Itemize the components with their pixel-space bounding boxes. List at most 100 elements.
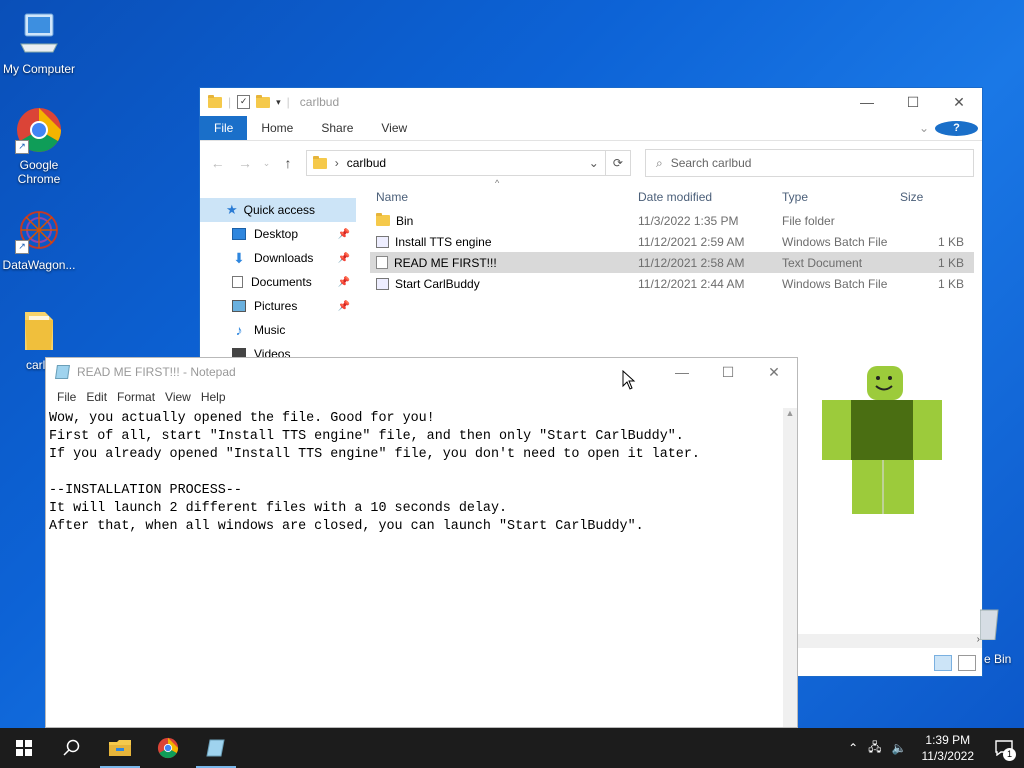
tab-view[interactable]: View xyxy=(367,116,421,140)
volume-icon[interactable]: 🔈 xyxy=(892,741,907,755)
folder-icon xyxy=(376,213,390,226)
file-name: Bin xyxy=(396,213,414,228)
pin-icon: 📌 xyxy=(337,228,350,240)
large-icons-view-button[interactable] xyxy=(958,655,976,671)
file-row[interactable]: Bin 11/3/2022 1:35 PM File folder xyxy=(370,210,974,231)
chrome-icon xyxy=(157,737,179,759)
text-editor[interactable]: Wow, you actually opened the file. Good … xyxy=(46,408,783,727)
pin-icon: 📌 xyxy=(337,276,350,288)
file-name: Start CarlBuddy xyxy=(395,276,480,291)
file-size: 1 KB xyxy=(937,234,964,249)
tab-share[interactable]: Share xyxy=(307,116,367,140)
forward-arrow-icon[interactable]: → xyxy=(235,155,254,171)
file-row[interactable]: Start CarlBuddy 11/12/2021 2:44 AM Windo… xyxy=(370,273,974,294)
text-line: --INSTALLATION PROCESS-- xyxy=(49,483,242,498)
refresh-button[interactable]: ⟳ xyxy=(605,150,631,176)
folder-icon xyxy=(15,306,63,354)
menu-view[interactable]: View xyxy=(160,390,196,404)
nav-item-desktop[interactable]: Desktop 📌 xyxy=(200,222,356,246)
search-icon: ⌕ xyxy=(655,155,663,170)
action-center-button[interactable]: 1 xyxy=(984,728,1024,768)
menu-edit[interactable]: Edit xyxy=(81,390,112,404)
nav-item-downloads[interactable]: ⬇ Downloads 📌 xyxy=(200,246,356,270)
recent-locations-icon[interactable]: ⌄ xyxy=(263,158,271,169)
menu-format[interactable]: Format xyxy=(112,390,160,404)
search-input[interactable]: ⌕ Search carlbud xyxy=(644,149,974,177)
breadcrumb[interactable]: carlbud xyxy=(347,156,386,170)
tab-home[interactable]: Home xyxy=(247,116,307,140)
desktop-icon-label: e Bin xyxy=(984,652,1012,666)
expand-ribbon-icon[interactable]: ⌄ xyxy=(913,116,935,140)
address-row: ← → ⌄ ↑ › carlbud ⌄ ⟳ ⌕ Search carlbud xyxy=(200,141,982,185)
carlbuddy-character[interactable] xyxy=(822,364,942,514)
close-button[interactable]: ✕ xyxy=(936,88,982,116)
vertical-scrollbar[interactable]: ▲ xyxy=(783,408,797,727)
text-line: Wow, you actually opened the file. Good … xyxy=(49,411,435,426)
notepad-icon xyxy=(206,739,225,757)
batch-file-icon xyxy=(376,235,389,248)
network-icon[interactable]: 🖧 xyxy=(868,738,881,759)
menu-help[interactable]: Help xyxy=(196,390,231,404)
column-header-date[interactable]: Date modified xyxy=(632,190,776,204)
file-type: Windows Batch File xyxy=(782,234,888,249)
desktop-icon-my-computer[interactable]: My Computer xyxy=(1,10,77,76)
nav-item-documents[interactable]: Documents 📌 xyxy=(200,270,356,294)
file-list-header: Name Date modified Type Size xyxy=(370,184,974,210)
new-folder-icon[interactable] xyxy=(256,94,271,108)
close-button[interactable]: ✕ xyxy=(751,358,797,386)
details-view-button[interactable] xyxy=(934,655,952,671)
column-header-size[interactable]: Size xyxy=(894,190,968,204)
nav-item-music[interactable]: ♪ Music xyxy=(200,318,356,342)
shortcut-arrow-icon: ↗ xyxy=(15,240,29,254)
properties-icon[interactable]: ✓ xyxy=(237,95,251,109)
status-bar xyxy=(798,650,982,676)
back-arrow-icon[interactable]: ← xyxy=(208,155,227,171)
pictures-icon xyxy=(232,300,246,312)
clock-date: 11/3/2022 xyxy=(921,749,975,763)
documents-icon xyxy=(232,276,243,288)
scroll-up-icon[interactable]: ▲ xyxy=(783,408,797,418)
minimize-button[interactable]: — xyxy=(844,88,890,116)
file-size: 1 KB xyxy=(937,255,964,270)
folder-icon xyxy=(312,155,327,169)
show-hidden-icons-icon[interactable]: ⌃ xyxy=(848,741,858,755)
search-button[interactable] xyxy=(48,728,96,768)
column-header-name[interactable]: Name xyxy=(370,190,632,204)
maximize-button[interactable]: ☐ xyxy=(890,88,936,116)
taskbar-file-explorer[interactable] xyxy=(96,728,144,768)
desktop-icon-google-chrome[interactable]: ↗ Google Chrome xyxy=(1,106,77,186)
nav-item-label: Downloads xyxy=(254,251,314,265)
notepad-title-bar[interactable]: READ ME FIRST!!! - Notepad — ☐ ✕ xyxy=(46,358,797,386)
folder-icon[interactable] xyxy=(208,94,222,108)
clock[interactable]: 1:39 PM 11/3/2022 xyxy=(922,732,975,764)
nav-item-pictures[interactable]: Pictures 📌 xyxy=(200,294,356,318)
recycle-bin-icon[interactable] xyxy=(979,606,1000,641)
tab-file[interactable]: File xyxy=(200,116,248,140)
taskbar-chrome[interactable] xyxy=(144,728,192,768)
customize-toolbar-icon[interactable]: ▾ xyxy=(276,97,281,108)
search-placeholder: Search carlbud xyxy=(670,156,752,170)
file-name: READ ME FIRST!!! xyxy=(394,255,497,270)
help-icon[interactable]: ? xyxy=(935,116,982,140)
file-type: Text Document xyxy=(782,255,863,270)
maximize-button[interactable]: ☐ xyxy=(705,358,751,386)
column-header-type[interactable]: Type xyxy=(776,190,894,204)
file-row[interactable]: Install TTS engine 11/12/2021 2:59 AM Wi… xyxy=(370,231,974,252)
up-arrow-icon[interactable]: ↑ xyxy=(278,155,297,171)
taskbar-notepad[interactable] xyxy=(192,728,240,768)
menu-file[interactable]: File xyxy=(52,390,81,404)
minimize-button[interactable]: — xyxy=(659,358,705,386)
chrome-icon: ↗ xyxy=(15,106,63,154)
nav-item-quick-access[interactable]: ★ Quick access xyxy=(200,198,356,222)
nav-item-label: Quick access xyxy=(243,203,316,217)
start-button[interactable] xyxy=(0,728,48,768)
horizontal-scrollbar[interactable]: › xyxy=(798,634,982,648)
file-row-selected[interactable]: READ ME FIRST!!! 11/12/2021 2:58 AM Text… xyxy=(370,252,974,273)
sort-ascending-icon: ^ xyxy=(495,178,500,188)
window-title: READ ME FIRST!!! - Notepad xyxy=(77,365,236,379)
window-title: carlbud xyxy=(299,95,340,109)
desktop-icon-datawagon[interactable]: ↗ DataWagon... xyxy=(1,206,77,272)
chevron-down-icon[interactable]: ⌄ xyxy=(589,156,599,170)
address-bar[interactable]: › carlbud ⌄ xyxy=(305,150,606,176)
explorer-title-bar[interactable]: | ✓ ▾ | carlbud — ☐ ✕ xyxy=(200,88,982,116)
